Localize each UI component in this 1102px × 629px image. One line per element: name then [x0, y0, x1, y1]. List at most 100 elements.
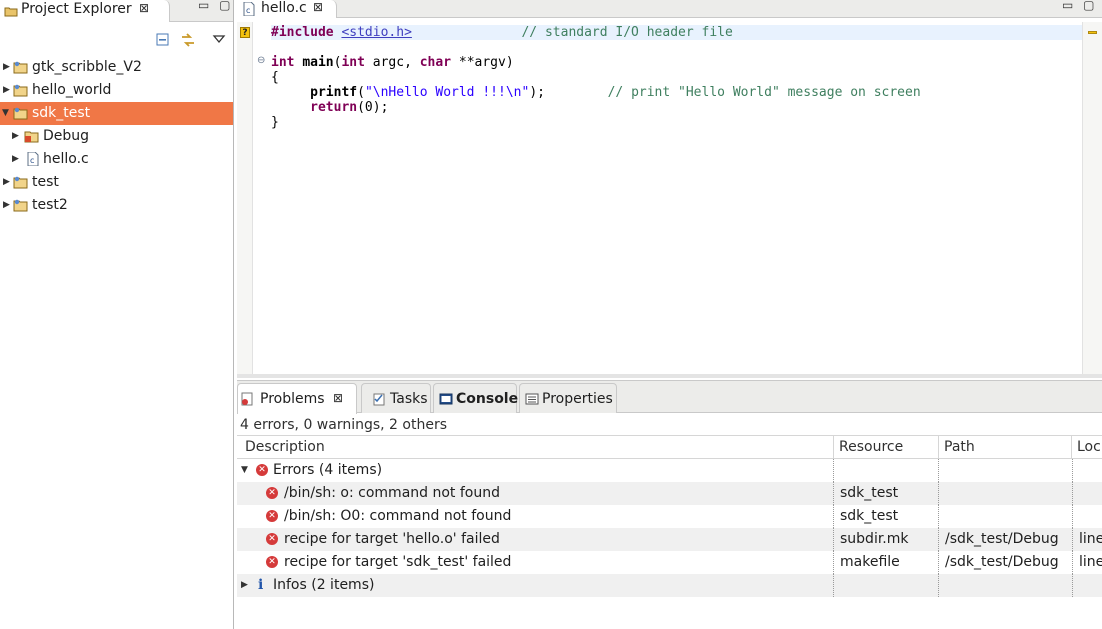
error-icon: ✕	[256, 464, 268, 476]
tree-item-gtk-scribble-v2[interactable]: ▶ gtk_scribble_V2	[0, 56, 233, 79]
cell-divider	[1072, 459, 1073, 482]
expand-arrow-icon[interactable]: ▶	[12, 125, 19, 148]
tab-properties[interactable]: Properties	[519, 383, 617, 413]
problem-resource: subdir.mk	[840, 531, 909, 547]
problem-resource: makefile	[840, 554, 900, 570]
close-icon[interactable]: ⊠	[139, 0, 149, 16]
code-line-6: }	[271, 115, 279, 130]
tab-problems[interactable]: Problems ⊠	[237, 383, 357, 414]
cell-divider	[833, 551, 834, 574]
cell-divider	[833, 505, 834, 528]
problems-table-header: Description Resource Path Loc	[237, 435, 1102, 459]
tree-item-label: gtk_scribble_V2	[32, 59, 142, 75]
error-icon: ✕	[266, 556, 278, 568]
project-explorer-title: Project Explorer	[21, 1, 132, 17]
column-header-resource[interactable]: Resource	[833, 436, 937, 459]
project-explorer-toolbar	[0, 22, 233, 56]
close-icon[interactable]: ⊠	[333, 384, 343, 412]
expand-arrow-icon[interactable]: ▶	[3, 171, 10, 194]
problem-path: /sdk_test/Debug	[945, 554, 1059, 570]
minimize-icon[interactable]: ▭	[1062, 0, 1073, 11]
maximize-icon[interactable]: ▢	[1083, 0, 1094, 11]
tree-item-sdk-test[interactable]: ▼ sdk_test	[0, 102, 233, 125]
tree-item-label: Debug	[43, 128, 90, 144]
table-row[interactable]: ✕ recipe for target 'hello.o' failed sub…	[237, 528, 1102, 551]
project-folder-icon	[13, 176, 28, 189]
group-row-errors[interactable]: ▼ ✕ Errors (4 items)	[237, 459, 1102, 482]
editor-overview-ruler[interactable]	[1082, 22, 1102, 374]
editor-horizontal-scrollbar[interactable]	[237, 374, 1102, 378]
link-with-editor-icon[interactable]	[180, 32, 196, 48]
cell-divider	[1072, 505, 1073, 528]
table-row[interactable]: ✕ /bin/sh: o: command not found sdk_test	[237, 482, 1102, 505]
tab-hello-c[interactable]: c hello.c ⊠	[237, 0, 337, 18]
error-icon: ✕	[266, 487, 278, 499]
error-icon: ✕	[266, 533, 278, 545]
maximize-icon[interactable]: ▢	[219, 0, 230, 11]
problems-table-body: ▼ ✕ Errors (4 items) ✕ /bin/sh: o: comma…	[237, 459, 1102, 597]
tree-item-test[interactable]: ▶ test	[0, 171, 233, 194]
expand-arrow-icon[interactable]: ▶	[3, 56, 10, 79]
problem-location: line	[1079, 531, 1102, 547]
warning-overview-marker[interactable]	[1088, 31, 1097, 34]
expand-arrow-icon[interactable]: ▶	[241, 574, 248, 597]
tree-item-label: hello_world	[32, 82, 112, 98]
fold-toggle-icon[interactable]: ⊖	[257, 56, 265, 66]
warning-marker-icon[interactable]: ?	[240, 27, 250, 38]
tab-label: Tasks	[390, 391, 428, 407]
error-icon: ✕	[266, 510, 278, 522]
code-editor-panel: c hello.c ⊠ ▭ ▢ ? ⊖ #include <stdio.h> /…	[237, 0, 1102, 378]
problem-location: line	[1079, 554, 1102, 570]
tree-item-label: hello.c	[43, 151, 89, 167]
cell-divider	[938, 574, 939, 597]
tree-item-hello-world[interactable]: ▶ hello_world	[0, 79, 233, 102]
cell-divider	[938, 505, 939, 528]
code-text-area[interactable]: #include <stdio.h> // standard I/O heade…	[271, 22, 1082, 374]
svg-text:c: c	[30, 156, 34, 165]
editor-vertical-ruler: ?	[237, 22, 253, 374]
view-menu-chevron-icon[interactable]	[211, 31, 227, 47]
cell-divider	[833, 459, 834, 482]
expand-arrow-icon[interactable]: ▶	[3, 194, 10, 217]
cell-divider	[938, 482, 939, 505]
tree-item-label: sdk_test	[32, 105, 91, 121]
project-folder-icon	[13, 199, 28, 212]
bottom-tabbar: Problems ⊠ Tasks Console Properties	[237, 381, 1102, 414]
minimize-icon[interactable]: ▭	[198, 0, 209, 11]
problem-resource: sdk_test	[840, 508, 899, 524]
code-line-2: int main(int argc, char **argv)	[271, 55, 514, 70]
table-row[interactable]: ✕ recipe for target 'sdk_test' failed ma…	[237, 551, 1102, 574]
column-header-location[interactable]: Loc	[1071, 436, 1102, 459]
problem-description: /bin/sh: o: command not found	[284, 485, 500, 501]
collapse-arrow-icon[interactable]: ▼	[241, 459, 248, 482]
tasks-icon	[373, 393, 385, 406]
problem-description: recipe for target 'hello.o' failed	[284, 531, 500, 547]
tree-item-hello-c[interactable]: ▶ c hello.c	[0, 148, 233, 171]
problems-view-panel: Problems ⊠ Tasks Console Properties 4 er…	[237, 380, 1102, 629]
project-explorer-panel: Project Explorer ⊠ ▭ ▢ ▶ gtk_scribble_V2	[0, 0, 234, 629]
close-icon[interactable]: ⊠	[313, 0, 323, 15]
tab-project-explorer[interactable]: Project Explorer ⊠	[0, 0, 170, 22]
expand-arrow-icon[interactable]: ▶	[12, 148, 19, 171]
editor-tabbar: c hello.c ⊠ ▭ ▢	[237, 0, 1102, 18]
tree-item-debug[interactable]: ▶ Debug	[0, 125, 233, 148]
collapse-arrow-icon[interactable]: ▼	[2, 102, 9, 125]
table-row[interactable]: ✕ /bin/sh: O0: command not found sdk_tes…	[237, 505, 1102, 528]
cell-divider	[833, 574, 834, 597]
properties-icon	[525, 393, 539, 405]
svg-text:c: c	[246, 6, 250, 15]
column-header-path[interactable]: Path	[938, 436, 1071, 459]
expand-arrow-icon[interactable]: ▶	[3, 79, 10, 102]
collapse-all-icon[interactable]	[155, 32, 171, 48]
problem-description: recipe for target 'sdk_test' failed	[284, 554, 512, 570]
cell-divider	[833, 528, 834, 551]
column-header-description[interactable]: Description	[239, 436, 833, 459]
group-row-infos[interactable]: ▶ i Infos (2 items)	[237, 574, 1102, 597]
tab-console[interactable]: Console	[433, 383, 518, 413]
c-file-icon: c	[27, 152, 39, 166]
cell-divider	[1072, 574, 1073, 597]
tree-item-test2[interactable]: ▶ test2	[0, 194, 233, 217]
cell-divider	[938, 528, 939, 551]
tab-tasks[interactable]: Tasks	[361, 383, 431, 413]
problem-description: /bin/sh: O0: command not found	[284, 508, 512, 524]
